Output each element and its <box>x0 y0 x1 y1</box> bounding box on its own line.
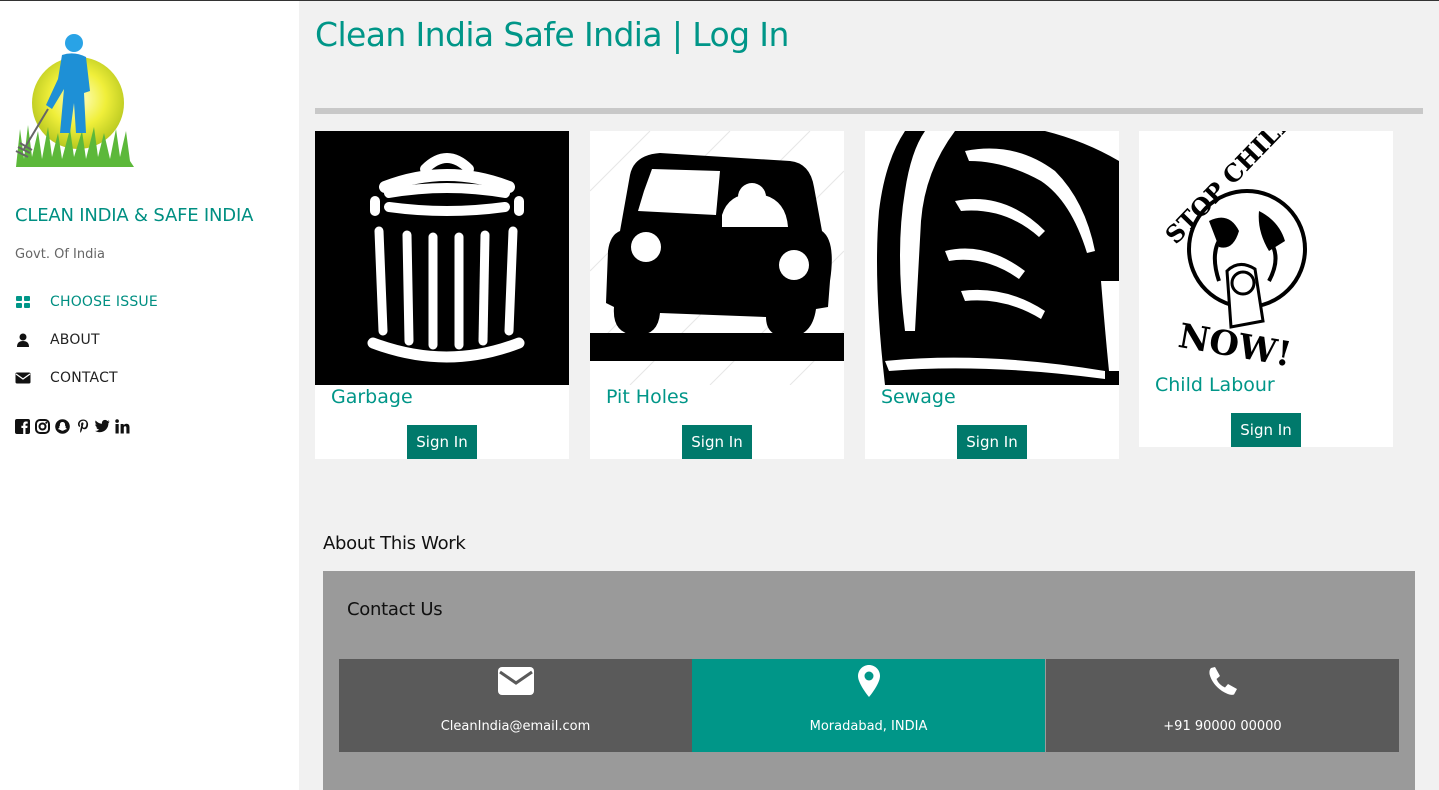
brand-name: CLEAN INDIA & SAFE INDIA <box>15 205 254 226</box>
envelope-icon <box>497 663 535 699</box>
sewage-pipe-image <box>865 131 1119 385</box>
nav-choose-issue[interactable]: CHOOSE ISSUE <box>15 290 158 314</box>
pinterest-icon[interactable] <box>75 417 90 435</box>
issue-label: Pit Holes <box>606 386 689 408</box>
envelope-icon <box>15 371 50 385</box>
divider <box>315 108 1423 114</box>
sign-in-button[interactable]: Sign In <box>682 425 752 459</box>
facebook-icon[interactable] <box>15 417 30 435</box>
contact-location-text: Moradabad, INDIA <box>809 719 928 734</box>
issue-card-pit-holes[interactable]: Pit Holes Sign In <box>590 131 844 459</box>
nav-label: CHOOSE ISSUE <box>50 294 158 310</box>
stop-child-labor-image: STOP CHILD LABOR NOW! <box>1139 131 1393 373</box>
contact-phone-text: +91 90000 00000 <box>1163 719 1282 734</box>
issue-label: Child Labour <box>1155 374 1275 396</box>
contact-email[interactable]: CleanIndia@email.com <box>339 659 692 752</box>
social-links <box>15 417 130 435</box>
grid-icon <box>15 295 50 309</box>
linkedin-icon[interactable] <box>115 417 130 435</box>
sign-in-button[interactable]: Sign In <box>407 425 477 459</box>
issue-card-garbage[interactable]: Garbage Sign In <box>315 131 569 459</box>
nav-label: ABOUT <box>50 332 100 348</box>
contact-location[interactable]: Moradabad, INDIA <box>692 659 1045 752</box>
main-content: Clean India Safe India | Log In Garbage … <box>299 1 1439 790</box>
nav-label: CONTACT <box>50 370 118 386</box>
logo <box>14 29 136 169</box>
instagram-icon[interactable] <box>35 417 50 435</box>
issue-card-sewage[interactable]: Sewage Sign In <box>865 131 1119 459</box>
twitter-icon[interactable] <box>95 417 110 435</box>
sidebar: CLEAN INDIA & SAFE INDIA Govt. Of India … <box>0 1 299 790</box>
sign-in-button[interactable]: Sign In <box>957 425 1027 459</box>
contact-heading: Contact Us <box>347 599 443 620</box>
page-title: Clean India Safe India | Log In <box>315 15 789 54</box>
nav-contact[interactable]: CONTACT <box>15 366 118 390</box>
car-pothole-image <box>590 131 844 385</box>
nav-about[interactable]: ABOUT <box>15 328 100 352</box>
issue-label: Garbage <box>331 386 413 408</box>
contact-panel: Contact Us CleanIndia@email.com Moradaba… <box>323 571 1415 790</box>
about-heading: About This Work <box>323 533 466 554</box>
issue-label: Sewage <box>881 386 956 408</box>
contact-email-text: CleanIndia@email.com <box>440 719 591 734</box>
sign-in-button[interactable]: Sign In <box>1231 413 1301 447</box>
issue-card-child-labour[interactable]: STOP CHILD LABOR NOW! Child Labour Sign … <box>1139 131 1393 447</box>
snapchat-icon[interactable] <box>55 417 70 435</box>
brand-subtitle: Govt. Of India <box>15 247 105 262</box>
user-icon <box>15 333 50 347</box>
trash-can-image <box>315 131 569 385</box>
map-marker-icon <box>857 663 880 699</box>
phone-icon <box>1208 663 1238 699</box>
contact-phone[interactable]: +91 90000 00000 <box>1046 659 1399 752</box>
